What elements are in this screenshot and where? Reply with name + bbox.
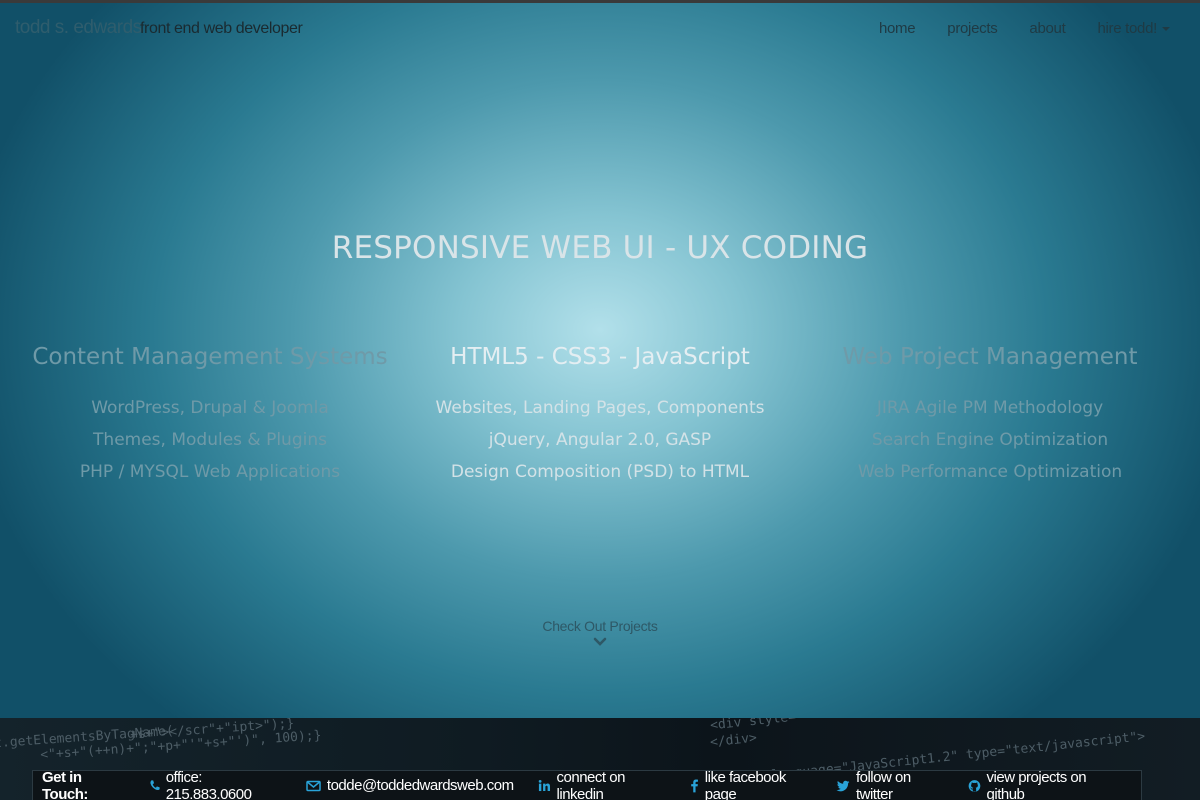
column-item: Design Composition (PSD) to HTML (450, 462, 750, 482)
caret-down-icon (1162, 27, 1170, 32)
facebook-link[interactable]: like facebook page (690, 769, 812, 800)
nav-item-projects[interactable]: projects (947, 20, 997, 37)
github-icon (968, 779, 980, 792)
column-item: jQuery, Angular 2.0, GASP (488, 430, 712, 450)
nav-item-hire-label: hire todd! (1097, 20, 1157, 37)
column-title: Web Project Management (842, 344, 1138, 370)
phone-label: office: 215.883.0600 (165, 768, 252, 800)
envelope-icon (306, 780, 321, 791)
contact-footer: Get in Touch: office: 215.883.0600 todde… (32, 768, 1142, 800)
skills-column-frontend: HTML5 - CSS3 - JavaScript Websites, Land… (400, 344, 800, 488)
twitter-link[interactable]: follow on twitter (836, 769, 943, 800)
column-title: HTML5 - CSS3 - JavaScript (450, 344, 750, 370)
nav-item-home[interactable]: home (879, 20, 916, 37)
column-item: Search Engine Optimization (871, 430, 1109, 450)
column-item: PHP / MYSQL Web Applications (79, 462, 341, 482)
column-item: Web Performance Optimization (857, 462, 1123, 482)
nav-item-hire-dropdown[interactable]: hire todd! (1097, 20, 1170, 37)
nav-item-about[interactable]: about (1029, 20, 1065, 37)
email-link[interactable]: todde@toddedwardsweb.com (306, 777, 514, 794)
phone-icon (150, 780, 160, 791)
footer-label: Get in Touch: (42, 768, 88, 800)
column-item: WordPress, Drupal & Joomla (91, 398, 329, 418)
column-item: Websites, Landing Pages, Components (435, 398, 765, 418)
facebook-label: like facebook page (704, 768, 787, 800)
github-label: view projects on github (986, 768, 1087, 800)
navbar: todd s. edwards front end web developer … (0, 3, 1200, 55)
linkedin-link[interactable]: connect on linkedin (538, 769, 667, 800)
column-item: Themes, Modules & Plugins (93, 430, 327, 450)
chevron-down-icon (593, 637, 607, 646)
column-title: Content Management Systems (32, 344, 388, 370)
email-label: todde@toddedwardsweb.com (326, 777, 514, 794)
twitter-icon (836, 780, 850, 791)
check-out-projects-link[interactable]: Check Out Projects (0, 618, 1200, 647)
phone-link[interactable]: office: 215.883.0600 (149, 769, 282, 800)
code-line: </div> (709, 730, 758, 751)
column-item: JIRA Agile PM Methodology (876, 398, 1104, 418)
hero-headline: RESPONSIVE WEB UI - UX CODING (331, 230, 869, 266)
cta-label: Check Out Projects (542, 618, 658, 634)
brand-logo[interactable]: todd s. edwards (15, 17, 142, 39)
linkedin-label: connect on linkedin (556, 768, 626, 800)
brand-tagline: front end web developer (140, 20, 303, 37)
nav-menu: home projects about hire todd! (847, 20, 1170, 37)
facebook-icon (691, 779, 699, 793)
skills-column-cms: Content Management Systems WordPress, Dr… (10, 344, 410, 488)
linkedin-icon (538, 779, 550, 792)
skills-column-pm: Web Project Management JIRA Agile PM Met… (790, 344, 1190, 488)
github-link[interactable]: view projects on github (968, 769, 1117, 800)
twitter-label: follow on twitter (855, 768, 911, 800)
